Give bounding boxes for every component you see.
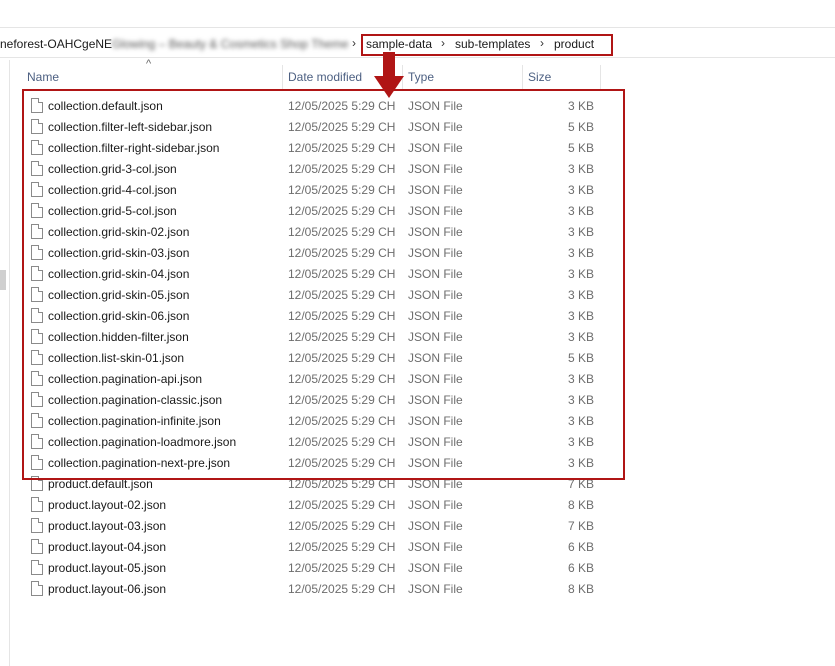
column-header-name[interactable]: Name (27, 70, 59, 84)
window-top-strip (0, 0, 835, 28)
file-name: product.layout-05.json (48, 561, 167, 575)
file-size: 8 KB (567, 498, 594, 512)
file-type: JSON File (408, 582, 463, 596)
file-type: JSON File (408, 519, 463, 533)
file-row[interactable]: product.layout-03.json 12/05/2025 5:29 CH… (0, 516, 835, 537)
column-header-row: Name Date modified Type Size (0, 65, 835, 89)
column-divider[interactable] (600, 65, 601, 89)
file-type: JSON File (408, 561, 463, 575)
file-date-modified: 12/05/2025 5:29 CH (288, 561, 396, 575)
file-name: product.layout-02.json (48, 498, 167, 512)
file-name: product.layout-06.json (48, 582, 167, 596)
file-date-modified: 12/05/2025 5:29 CH (288, 540, 396, 554)
column-divider[interactable] (522, 65, 523, 89)
file-icon (31, 539, 43, 554)
file-type: JSON File (408, 540, 463, 554)
file-row[interactable]: product.layout-06.json 12/05/2025 5:29 CH… (0, 579, 835, 600)
column-header-date-modified[interactable]: Date modified (288, 70, 362, 84)
file-name: product.layout-03.json (48, 519, 167, 533)
arrow-down-icon (374, 52, 404, 98)
file-type: JSON File (408, 498, 463, 512)
file-size: 6 KB (567, 561, 594, 575)
file-row[interactable]: product.layout-04.json 12/05/2025 5:29 CH… (0, 537, 835, 558)
breadcrumb-partial-path[interactable]: neforest-OAHCgeNE (0, 37, 112, 51)
chevron-right-icon[interactable]: › (352, 36, 356, 50)
breadcrumb-blurred-path[interactable]: Glowing – Beauty & Cosmetics Shop Theme (112, 37, 349, 51)
file-row[interactable]: product.layout-02.json 12/05/2025 5:29 CH… (0, 495, 835, 516)
file-date-modified: 12/05/2025 5:29 CH (288, 498, 396, 512)
file-date-modified: 12/05/2025 5:29 CH (288, 582, 396, 596)
column-header-type[interactable]: Type (408, 70, 434, 84)
column-divider[interactable] (282, 65, 283, 89)
file-size: 8 KB (567, 582, 594, 596)
file-size: 6 KB (567, 540, 594, 554)
file-name: product.layout-04.json (48, 540, 167, 554)
file-icon (31, 518, 43, 533)
file-list-highlight-box (22, 89, 625, 480)
file-icon (31, 560, 43, 575)
column-header-size[interactable]: Size (528, 70, 551, 84)
file-icon (31, 581, 43, 596)
file-row[interactable]: product.layout-05.json 12/05/2025 5:29 CH… (0, 558, 835, 579)
file-date-modified: 12/05/2025 5:29 CH (288, 519, 396, 533)
file-icon (31, 497, 43, 512)
file-size: 7 KB (567, 519, 594, 533)
